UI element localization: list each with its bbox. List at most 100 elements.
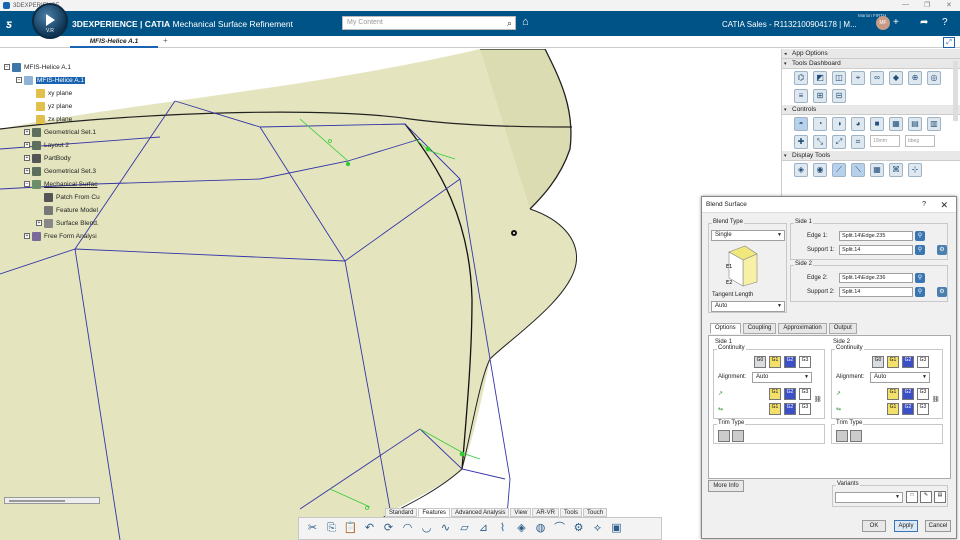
surface-tool-1-icon[interactable]: ◠: [400, 521, 415, 536]
g1-button[interactable]: G1: [887, 403, 899, 415]
tree-item-yz-plane[interactable]: yz plane: [36, 101, 72, 111]
display-icon[interactable]: ◉: [813, 163, 827, 177]
copy-icon[interactable]: ⎘: [324, 521, 339, 536]
control-icon[interactable]: ▦: [889, 117, 903, 131]
alignment-select[interactable]: Auto ▼: [752, 372, 812, 383]
tangent-icon[interactable]: ↗: [836, 390, 841, 397]
collapse-icon[interactable]: −: [4, 64, 10, 70]
control-icon[interactable]: ⤢: [832, 135, 846, 149]
support1-select-icon[interactable]: ⚲: [915, 245, 925, 255]
tenant-label[interactable]: CATIA Sales - R1132100904178 | M...: [722, 20, 857, 29]
curvature-icon[interactable]: ↬: [836, 406, 841, 413]
alignment-select[interactable]: Auto ▼: [870, 372, 930, 383]
tree-item-feature-model[interactable]: Feature Model: [44, 205, 98, 215]
display-icon[interactable]: ⊹: [908, 163, 922, 177]
g2-button[interactable]: G2: [902, 356, 914, 368]
tree-item-patch-from-curves[interactable]: Patch From Cu: [44, 192, 100, 202]
g3-button[interactable]: G3: [799, 356, 811, 368]
g2-button[interactable]: G2: [784, 356, 796, 368]
tool-icon[interactable]: ∞: [870, 71, 884, 85]
tree-item-surface-blend[interactable]: + Surface Blend.: [36, 218, 99, 228]
control-icon[interactable]: ⤡: [813, 135, 827, 149]
ok-button[interactable]: OK: [862, 520, 886, 532]
g0-button[interactable]: G0: [872, 356, 884, 368]
control-icon[interactable]: ■: [870, 117, 884, 131]
section-display-tools[interactable]: ▾ Display Tools: [782, 151, 960, 161]
expand-icon[interactable]: +: [24, 129, 30, 135]
blend-tool-icon[interactable]: ◈: [514, 521, 529, 536]
variants-select[interactable]: ▼: [835, 492, 903, 503]
ds-logo-icon[interactable]: ƽ: [0, 17, 24, 31]
display-icon[interactable]: ⟋: [832, 163, 846, 177]
control-icon[interactable]: ✚: [794, 135, 808, 149]
help-icon[interactable]: ?: [942, 17, 948, 28]
control-icon[interactable]: ◔: [813, 117, 827, 131]
tree-overview-slider[interactable]: [4, 497, 100, 504]
support2-options-icon[interactable]: ⚙: [937, 287, 947, 297]
section-tools-dashboard[interactable]: ▾ Tools Dashboard: [782, 59, 960, 69]
sweep-tool-icon[interactable]: ⌇: [495, 521, 510, 536]
control-icon[interactable]: ⌗: [851, 135, 865, 149]
panel-scrollbar[interactable]: [953, 61, 958, 121]
tree-item-geometrical-set-3[interactable]: + Geometrical Set.3: [24, 166, 96, 176]
dialog-titlebar[interactable]: Blend Surface ? ✕: [702, 197, 956, 213]
tab-advanced-analysis[interactable]: Advanced Analysis: [451, 508, 510, 517]
tab-coupling[interactable]: Coupling: [742, 323, 777, 334]
cut-icon[interactable]: ✂: [305, 521, 320, 536]
tab-options[interactable]: Options: [710, 323, 741, 334]
tab-document[interactable]: MFIS-Helice A.1: [70, 36, 158, 48]
edge2-field[interactable]: Split.14\Edge.236: [839, 273, 913, 283]
expand-icon[interactable]: +: [24, 142, 30, 148]
g3-button[interactable]: G3: [799, 388, 811, 400]
close-icon[interactable]: ✕: [946, 1, 952, 9]
tab-standard[interactable]: Standard: [385, 508, 418, 517]
tab-tools[interactable]: Tools: [560, 508, 583, 517]
tool-icon[interactable]: ◫: [832, 71, 846, 85]
g1-button[interactable]: G1: [887, 388, 899, 400]
section-controls[interactable]: ▾ Controls: [782, 105, 960, 115]
tool-icon[interactable]: ⌖: [851, 71, 865, 85]
expand-icon[interactable]: +: [24, 155, 30, 161]
tool-icon[interactable]: ◆: [889, 71, 903, 85]
tree-item-mechanical-surface[interactable]: − Mechanical Surfac: [24, 179, 97, 189]
search-input[interactable]: My Content ⌕: [342, 16, 516, 30]
support1-options-icon[interactable]: ⚙: [937, 245, 947, 255]
display-icon[interactable]: ▦: [870, 163, 884, 177]
tab-ar-vr[interactable]: AR-VR: [532, 508, 559, 517]
app-options-header[interactable]: ◂ App Options: [782, 49, 960, 59]
g3-button[interactable]: G3: [799, 403, 811, 415]
expand-icon[interactable]: +: [24, 233, 30, 239]
patch-tool-icon[interactable]: ▱: [457, 521, 472, 536]
support2-field[interactable]: Split.14: [839, 287, 913, 297]
edit-variant-icon[interactable]: ✎: [920, 491, 932, 503]
share-icon[interactable]: ➦: [920, 17, 928, 28]
more-info-button[interactable]: More Info: [708, 480, 744, 492]
tab-features[interactable]: Features: [418, 508, 451, 517]
tree-part[interactable]: − MFIS-Helice A.1: [16, 75, 85, 85]
split-tool-icon[interactable]: ⚙: [571, 521, 586, 536]
edge1-field[interactable]: Split.14\Edge.235: [839, 231, 913, 241]
control-icon[interactable]: ▤: [908, 117, 922, 131]
tab-touch[interactable]: Touch: [583, 508, 608, 517]
save-variant-icon[interactable]: ▤: [934, 491, 946, 503]
mode-field[interactable]: bbeg: [905, 135, 935, 147]
g3-button[interactable]: G3: [917, 403, 929, 415]
surface-tool-2-icon[interactable]: ◡: [419, 521, 434, 536]
fillet-tool-icon[interactable]: ⌒: [552, 521, 567, 536]
compass-widget[interactable]: V.R: [32, 3, 68, 39]
add-icon[interactable]: +: [893, 17, 899, 28]
display-icon[interactable]: ⟍: [851, 163, 865, 177]
tool-icon[interactable]: ≡: [794, 89, 808, 103]
g2-button[interactable]: G2: [784, 388, 796, 400]
g3-button[interactable]: G3: [917, 388, 929, 400]
undo-icon[interactable]: ↶: [362, 521, 377, 536]
avatar[interactable]: MF: [876, 16, 890, 30]
fill-tool-icon[interactable]: ◍: [533, 521, 548, 536]
tag-icon[interactable]: ⌂: [522, 16, 529, 28]
offset-tool-icon[interactable]: ▣: [609, 521, 624, 536]
collapse-icon[interactable]: −: [16, 77, 22, 83]
trim-icon[interactable]: [836, 430, 848, 442]
collapse-icon[interactable]: −: [24, 181, 30, 187]
g0-button[interactable]: G0: [754, 356, 766, 368]
tool-icon[interactable]: ⊕: [908, 71, 922, 85]
